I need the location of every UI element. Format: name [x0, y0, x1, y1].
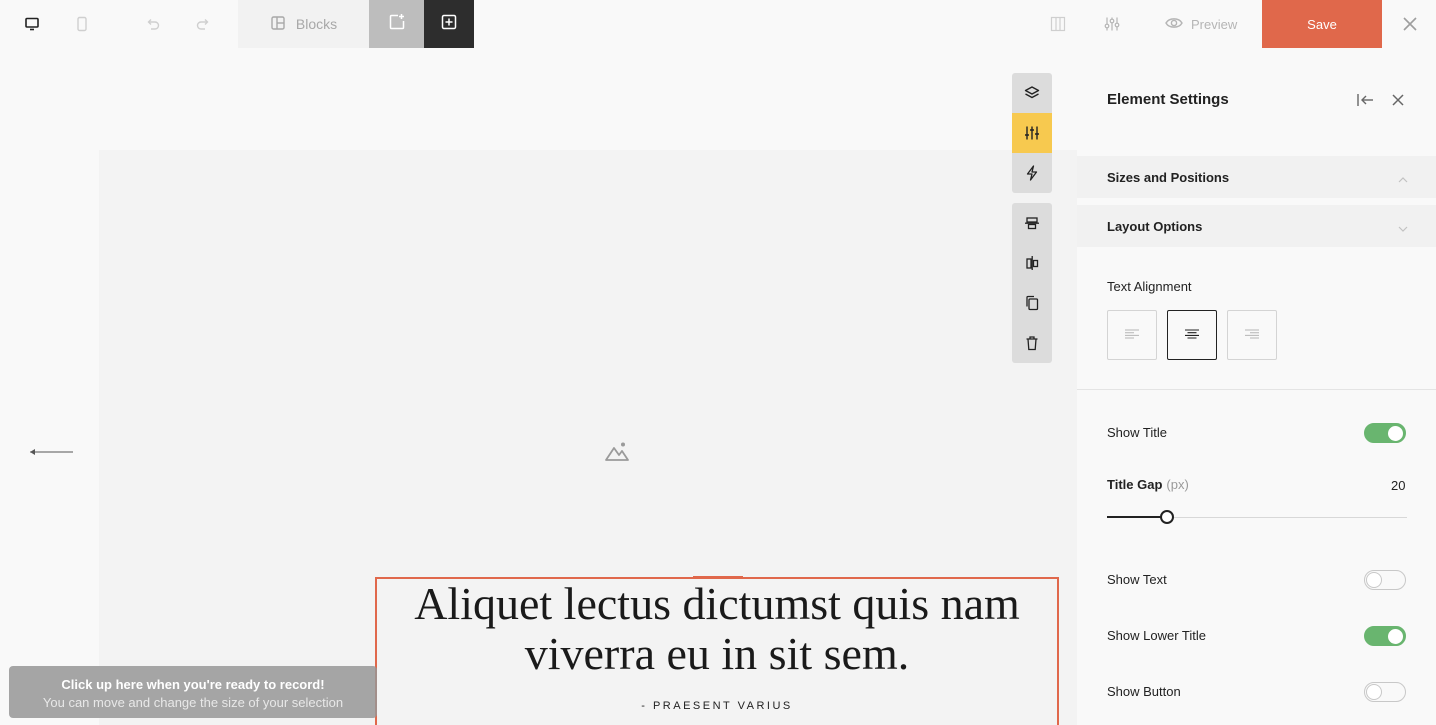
title-gap-value[interactable]: 20 — [1391, 478, 1405, 493]
columns-icon[interactable] — [1046, 12, 1070, 36]
desktop-view-icon[interactable] — [20, 12, 44, 36]
record-tooltip[interactable]: Click up here when you're ready to recor… — [9, 666, 377, 718]
settings-sliders-icon[interactable] — [1100, 12, 1124, 36]
quote-text[interactable]: Aliquet lectus dictumst quis nam viverra… — [377, 579, 1057, 679]
align-horizontal-center-icon[interactable] — [1012, 243, 1052, 283]
chevron-down-icon — [1398, 220, 1408, 235]
title-gap-unit: (px) — [1166, 477, 1189, 492]
preview-label: Preview — [1191, 16, 1238, 32]
record-tooltip-title: Click up here when you're ready to recor… — [61, 677, 325, 692]
save-button[interactable]: Save — [1262, 0, 1382, 48]
align-vertical-center-icon[interactable] — [1012, 203, 1052, 243]
blocks-icon — [270, 15, 286, 34]
element-settings-panel: Element Settings Sizes and Positions Lay… — [1077, 48, 1436, 725]
back-arrow-icon[interactable] — [28, 445, 74, 463]
section-sizes-positions[interactable]: Sizes and Positions — [1077, 156, 1436, 198]
align-right-icon — [1245, 326, 1259, 344]
element-tool-group — [1012, 73, 1052, 193]
section-label: Layout Options — [1107, 218, 1203, 234]
show-button-toggle[interactable] — [1364, 682, 1406, 702]
chevron-up-icon — [1398, 171, 1408, 186]
show-title-toggle[interactable] — [1364, 423, 1406, 443]
align-center-icon — [1185, 326, 1199, 344]
trash-icon[interactable] — [1012, 323, 1052, 363]
copy-icon[interactable] — [1012, 283, 1052, 323]
plus-square-icon — [440, 13, 458, 36]
selected-quote-block[interactable]: Aliquet lectus dictumst quis nam viverra… — [375, 576, 1059, 725]
record-tooltip-subtitle: You can move and change the size of your… — [42, 695, 344, 710]
show-lower-title-label: Show Lower Title — [1107, 628, 1206, 643]
blocks-button[interactable]: Blocks — [238, 0, 369, 48]
text-alignment-label: Text Alignment — [1107, 279, 1192, 294]
add-section-button[interactable] — [424, 0, 474, 48]
undo-icon[interactable] — [141, 12, 165, 36]
alignment-tool-group — [1012, 203, 1052, 363]
title-gap-text: Title Gap — [1107, 477, 1163, 492]
slider-knob[interactable] — [1160, 510, 1174, 524]
section-label: Sizes and Positions — [1107, 169, 1230, 185]
lightning-icon[interactable] — [1012, 153, 1052, 193]
show-lower-title-toggle[interactable] — [1364, 626, 1406, 646]
add-page-icon — [388, 13, 406, 36]
top-toolbar: Blocks Preview Save — [0, 0, 1436, 48]
align-left-button[interactable] — [1107, 310, 1157, 360]
slider-fill — [1107, 516, 1167, 518]
add-page-button[interactable] — [369, 0, 424, 48]
show-title-label: Show Title — [1107, 425, 1167, 440]
preview-button[interactable]: Preview — [1165, 12, 1237, 36]
collapse-panel-icon[interactable] — [1353, 88, 1377, 112]
quote-author[interactable]: - PRAESENT VARIUS — [377, 700, 1057, 712]
close-panel-icon[interactable] — [1386, 88, 1410, 112]
show-text-label: Show Text — [1107, 572, 1167, 587]
title-gap-slider[interactable] — [1107, 510, 1407, 524]
image-placeholder-icon[interactable] — [604, 440, 630, 467]
divider — [1077, 389, 1436, 390]
align-right-button[interactable] — [1227, 310, 1277, 360]
redo-icon[interactable] — [191, 12, 215, 36]
eye-icon — [1165, 16, 1183, 33]
show-text-toggle[interactable] — [1364, 570, 1406, 590]
mobile-view-icon[interactable] — [70, 12, 94, 36]
close-icon[interactable] — [1398, 12, 1422, 36]
blocks-label: Blocks — [295, 16, 338, 32]
align-center-button[interactable] — [1167, 310, 1217, 360]
sliders-icon[interactable] — [1012, 113, 1052, 153]
show-button-label: Show Button — [1107, 684, 1181, 699]
panel-title: Element Settings — [1107, 91, 1229, 108]
layers-icon[interactable] — [1012, 73, 1052, 113]
align-left-icon — [1125, 326, 1139, 344]
title-gap-label: Title Gap (px) — [1107, 477, 1189, 492]
section-layout-options[interactable]: Layout Options — [1077, 205, 1436, 247]
